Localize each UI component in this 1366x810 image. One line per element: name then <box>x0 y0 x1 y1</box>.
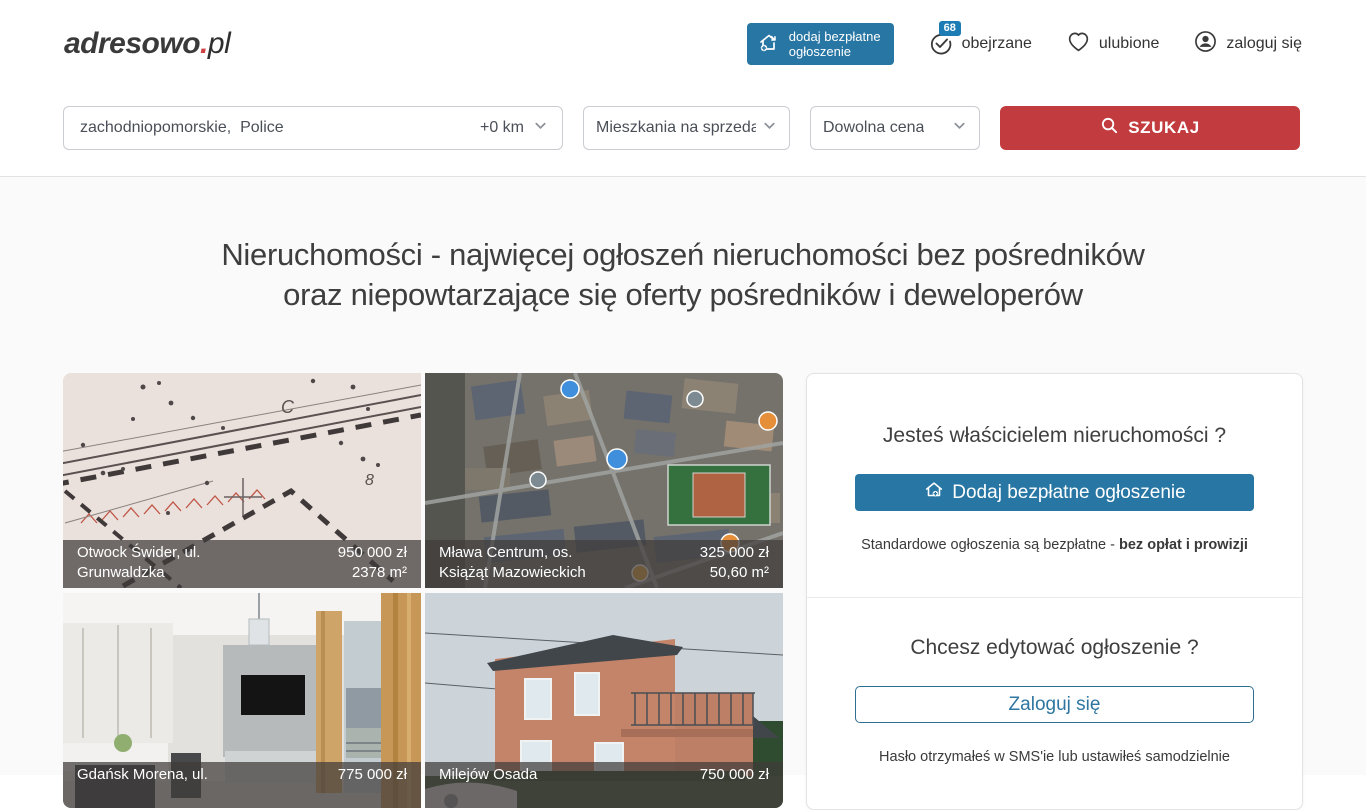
add-listing-button[interactable]: dodaj bezpłatne ogłoszenie <box>747 23 894 65</box>
sidebar-card: Jesteś właścicielem nieruchomości ? Doda… <box>806 373 1303 810</box>
heart-icon <box>1066 29 1091 59</box>
listing-tile[interactable]: Gdańsk Morena, ul. 775 000 zł <box>63 593 421 808</box>
listing-caption: Gdańsk Morena, ul. 775 000 zł <box>63 762 421 808</box>
radius-value: +0 km <box>480 119 524 137</box>
listing-price: 950 000 zł <box>338 543 407 563</box>
listing-caption: Otwock Świder, ul. Grunwaldzka 950 000 z… <box>63 540 421 588</box>
radius-dropdown[interactable]: +0 km <box>480 118 548 138</box>
header: adresowo.pl dodaj bezpłatne ogłoszenie <box>0 0 1366 88</box>
owner-section-note: Standardowe ogłoszenia są bezpłatne - be… <box>855 537 1254 553</box>
price-value: Dowolna cena <box>823 119 924 137</box>
price-select[interactable]: Dowolna cena <box>810 106 980 150</box>
page-title: Nieruchomości - najwięcej ogłoszeń nieru… <box>0 177 1366 315</box>
listing-location-line1: Mława Centrum, os. <box>439 543 586 563</box>
add-free-listing-button[interactable]: Dodaj bezpłatne ogłoszenie <box>855 474 1254 511</box>
search-icon <box>1100 116 1119 140</box>
listing-area: 50,60 m² <box>700 563 769 583</box>
header-actions: dodaj bezpłatne ogłoszenie 68 obejrzane … <box>747 23 1302 65</box>
owner-section: Jesteś właścicielem nieruchomości ? Doda… <box>807 374 1302 597</box>
add-listing-label: dodaj bezpłatne ogłoszenie <box>789 29 881 59</box>
category-select[interactable]: Mieszkania na sprzeda <box>583 106 790 150</box>
viewed-link[interactable]: 68 obejrzane <box>928 31 1032 57</box>
listing-location-line1: Otwock Świder, ul. <box>77 543 200 563</box>
logo-dot: . <box>200 27 208 60</box>
category-value: Mieszkania na sprzeda <box>596 119 756 137</box>
listing-caption: Milejów Osada 750 000 zł <box>425 762 783 808</box>
listings-grid: C 8 Otwock Świder, ul. Grunwaldzka 950 0… <box>63 373 783 808</box>
svg-text:C: C <box>281 397 295 417</box>
logo-main: adresowo <box>64 27 200 60</box>
chevron-down-icon <box>533 118 548 138</box>
listing-location-line2: Książąt Mazowieckich <box>439 563 586 583</box>
content-row: C 8 Otwock Świder, ul. Grunwaldzka 950 0… <box>63 373 1366 810</box>
listing-tile[interactable]: Milejów Osada 750 000 zł <box>425 593 783 808</box>
favorites-link[interactable]: ulubione <box>1066 29 1160 59</box>
login-label: zaloguj się <box>1226 35 1302 53</box>
chevron-down-icon <box>952 118 967 138</box>
logo[interactable]: adresowo.pl <box>64 27 230 61</box>
add-free-listing-label: Dodaj bezpłatne ogłoszenie <box>952 482 1185 504</box>
house-add-icon <box>923 479 945 507</box>
listing-price: 775 000 zł <box>338 765 407 785</box>
search-bar: +0 km Mieszkania na sprzeda Dowolna cena… <box>0 88 1366 177</box>
listing-caption: Mława Centrum, os. Książąt Mazowieckich … <box>425 540 783 588</box>
listing-tile[interactable]: C 8 Otwock Świder, ul. Grunwaldzka 950 0… <box>63 373 421 588</box>
house-add-icon <box>757 31 781 58</box>
listing-location-line1: Gdańsk Morena, ul. <box>77 765 208 785</box>
edit-section: Chcesz edytować ogłoszenie ? Zaloguj się… <box>807 598 1302 809</box>
login-link[interactable]: zaloguj się <box>1193 29 1302 59</box>
listing-area: 2378 m² <box>338 563 407 583</box>
owner-section-heading: Jesteś właścicielem nieruchomości ? <box>855 424 1254 448</box>
logo-tld: pl <box>208 27 230 60</box>
location-input[interactable] <box>78 118 470 138</box>
listing-location-line2: Grunwaldzka <box>77 563 200 583</box>
favorites-label: ulubione <box>1099 35 1160 53</box>
search-button-label: SZUKAJ <box>1128 118 1200 138</box>
viewed-label: obejrzane <box>962 35 1032 53</box>
location-field: +0 km <box>63 106 563 150</box>
main-content: Nieruchomości - najwięcej ogłoszeń nieru… <box>0 177 1366 775</box>
viewed-count-badge: 68 <box>939 21 961 36</box>
user-circle-icon <box>1193 29 1218 59</box>
page-title-line1: Nieruchomości - najwięcej ogłoszeń nieru… <box>0 235 1366 275</box>
chevron-down-icon <box>762 118 777 138</box>
page-title-line2: oraz niepowtarzające się oferty pośredni… <box>0 275 1366 315</box>
login-button[interactable]: Zaloguj się <box>855 686 1254 723</box>
listing-tile[interactable]: Mława Centrum, os. Książąt Mazowieckich … <box>425 373 783 588</box>
edit-section-heading: Chcesz edytować ogłoszenie ? <box>855 636 1254 660</box>
listing-price: 750 000 zł <box>700 765 769 785</box>
edit-section-note: Hasło otrzymałeś w SMS'ie lub ustawiłeś … <box>855 749 1254 765</box>
listing-location-line1: Milejów Osada <box>439 765 537 785</box>
search-button[interactable]: SZUKAJ <box>1000 106 1300 150</box>
circle-check-icon: 68 <box>928 31 954 57</box>
svg-text:8: 8 <box>365 472 374 489</box>
listing-price: 325 000 zł <box>700 543 769 563</box>
